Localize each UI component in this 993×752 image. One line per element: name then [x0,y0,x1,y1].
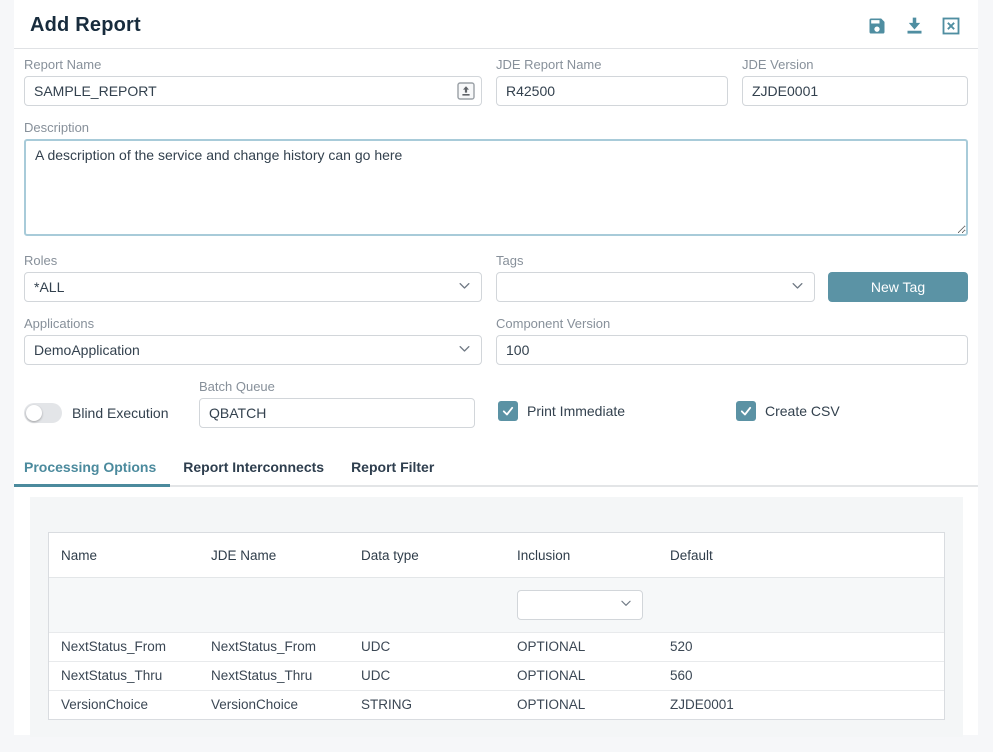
roles-label: Roles [24,253,482,268]
applications-label: Applications [24,316,482,331]
header-actions [866,15,962,37]
add-report-dialog: Add Report Report Name [14,0,978,735]
table-cell: OPTIONAL [505,633,658,661]
inclusion-filter-select[interactable] [517,590,643,620]
jde-report-name-input[interactable] [496,76,728,106]
table-row[interactable]: NextStatus_FromNextStatus_FromUDCOPTIONA… [49,632,944,661]
processing-options-panel: Name JDE Name Data type Inclusion Defaul… [30,497,963,737]
table-row[interactable]: NextStatus_ThruNextStatus_ThruUDCOPTIONA… [49,661,944,690]
tags-field: Tags New Tag [496,253,968,302]
tags-select[interactable] [496,272,815,302]
column-header-name: Name [49,533,199,577]
jde-version-label: JDE Version [742,57,968,72]
blind-execution-label: Blind Execution [72,405,169,421]
print-immediate-checkbox[interactable]: Print Immediate [498,401,645,428]
column-header-data-type: Data type [349,533,505,577]
applications-select[interactable]: DemoApplication [24,335,482,365]
tab-processing-options[interactable]: Processing Options [24,449,156,487]
table-cell: UDC [349,662,505,690]
table-cell: NextStatus_From [199,633,349,661]
new-tag-button[interactable]: New Tag [828,272,968,302]
table-cell: UDC [349,633,505,661]
table-filter-row [49,578,944,632]
create-csv-checkbox[interactable]: Create CSV [736,401,840,428]
applications-field: Applications DemoApplication [24,316,482,365]
blind-execution-toggle[interactable] [24,403,62,423]
jde-version-input[interactable] [742,76,968,106]
batch-queue-field: Batch Queue [199,379,475,428]
table-cell: ZJDE0001 [658,691,944,719]
blind-execution-field: Blind Execution [24,403,199,428]
table-cell: VersionChoice [199,691,349,719]
report-form: Report Name JDE Report Name JDE Version … [14,49,978,449]
tab-report-interconnects[interactable]: Report Interconnects [183,449,324,487]
table-cell: NextStatus_Thru [199,662,349,690]
column-header-inclusion: Inclusion [505,533,658,577]
column-header-jde-name: JDE Name [199,533,349,577]
chevron-down-icon [619,596,633,615]
processing-options-table: Name JDE Name Data type Inclusion Defaul… [48,532,945,720]
table-cell: STRING [349,691,505,719]
table-cell: 520 [658,633,944,661]
batch-queue-label: Batch Queue [199,379,475,394]
report-name-input[interactable] [24,76,482,106]
checkmark-icon [498,401,518,421]
tab-bar: Processing Options Report Interconnects … [14,449,978,487]
roles-select[interactable]: *ALL [24,272,482,302]
tags-label: Tags [496,253,968,268]
batch-queue-input[interactable] [199,398,475,428]
create-csv-label: Create CSV [765,403,840,419]
roles-field: Roles *ALL [24,253,482,302]
jde-report-name-label: JDE Report Name [496,57,728,72]
chevron-down-icon [790,278,805,296]
dialog-header: Add Report [14,0,978,49]
description-textarea[interactable]: A description of the service and change … [24,139,968,236]
table-body: NextStatus_FromNextStatus_FromUDCOPTIONA… [49,632,944,719]
applications-value: DemoApplication [34,342,140,358]
close-icon[interactable] [940,15,962,37]
table-cell: VersionChoice [49,691,199,719]
table-cell: 560 [658,662,944,690]
table-cell: NextStatus_Thru [49,662,199,690]
page-title: Add Report [30,14,141,37]
column-header-default: Default [658,533,944,577]
save-icon[interactable] [866,15,888,37]
checkmark-icon [736,401,756,421]
jde-version-field: JDE Version [742,57,968,106]
component-version-label: Component Version [496,316,968,331]
table-cell: OPTIONAL [505,691,658,719]
table-cell: NextStatus_From [49,633,199,661]
table-row[interactable]: VersionChoiceVersionChoiceSTRINGOPTIONAL… [49,690,944,719]
roles-value: *ALL [34,279,64,295]
description-label: Description [24,120,968,135]
component-version-input[interactable] [496,335,968,365]
component-version-field: Component Version [496,316,968,365]
chevron-down-icon [457,278,472,296]
print-immediate-label: Print Immediate [527,403,625,419]
download-icon[interactable] [903,15,925,37]
description-field: Description A description of the service… [24,120,968,241]
table-cell: OPTIONAL [505,662,658,690]
text-expander-icon[interactable] [457,82,475,105]
report-name-label: Report Name [24,57,482,72]
table-header-row: Name JDE Name Data type Inclusion Defaul… [49,533,944,578]
jde-report-name-field: JDE Report Name [496,57,728,106]
report-name-field: Report Name [24,57,482,106]
tab-report-filter[interactable]: Report Filter [351,449,434,487]
chevron-down-icon [457,341,472,359]
